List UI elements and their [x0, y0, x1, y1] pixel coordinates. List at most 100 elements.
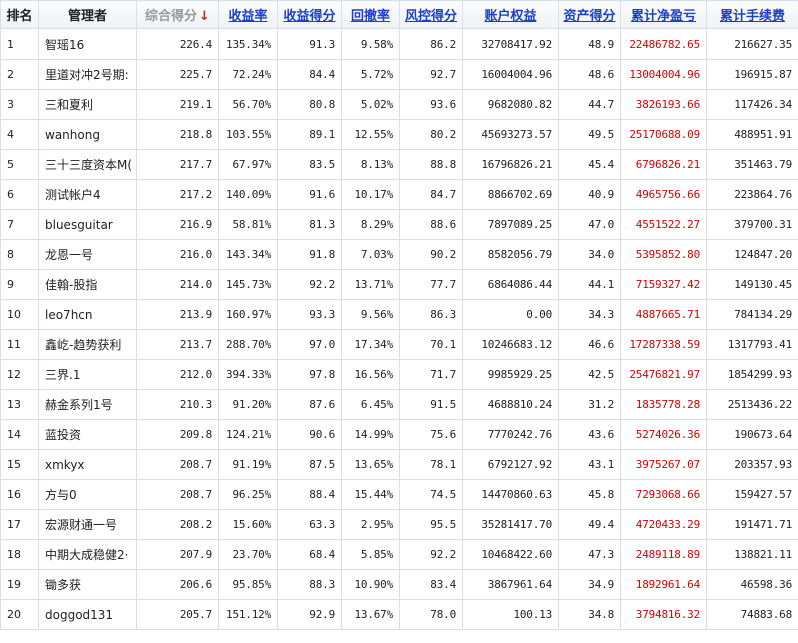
table-row: 2 里道对冲2号期: 225.7 72.24% 84.4 5.72% 92.7 1600400…: [0, 59, 798, 90]
cell-equity: 7897089.25: [462, 209, 559, 240]
cell-equity: 6792127.92: [462, 449, 559, 480]
col-header-cum-fee[interactable]: 累计手续费: [706, 0, 798, 29]
cell-cum-pnl: 4720433.29: [620, 509, 707, 540]
cell-score: 226.4: [136, 28, 219, 60]
cell-rank: 17: [0, 509, 39, 540]
cell-return-score: 80.8: [277, 89, 342, 120]
col-header-return-rate[interactable]: 收益率: [218, 0, 278, 29]
cell-return-rate: 288.70%: [218, 329, 278, 360]
cell-score: 216.9: [136, 209, 219, 240]
cell-risk-score: 86.2: [399, 28, 463, 60]
cell-score: 214.0: [136, 269, 219, 300]
cell-score: 205.7: [136, 599, 219, 630]
col-header-rank: 排名: [0, 0, 39, 29]
cell-rank: 19: [0, 569, 39, 600]
cell-equity: 35281417.70: [462, 509, 559, 540]
cell-risk-score: 74.5: [399, 479, 463, 510]
cell-risk-score: 88.8: [399, 149, 463, 180]
col-header-equity[interactable]: 账户权益: [462, 0, 559, 29]
cell-equity: 4688810.24: [462, 389, 559, 420]
cell-cum-fee: 159427.57: [706, 479, 798, 510]
cell-equity: 6864086.44: [462, 269, 559, 300]
col-header-risk-score[interactable]: 风控得分: [399, 0, 463, 29]
cell-return-rate: 145.73%: [218, 269, 278, 300]
cell-score: 208.2: [136, 509, 219, 540]
cell-rank: 2: [0, 59, 39, 90]
cell-asset-score: 40.9: [558, 179, 621, 210]
cell-drawdown: 8.29%: [341, 209, 400, 240]
cell-risk-score: 80.2: [399, 119, 463, 150]
cell-score: 217.2: [136, 179, 219, 210]
cell-manager: doggod131: [38, 599, 137, 630]
cell-manager: 三和夏利: [38, 89, 137, 120]
col-header-asset-score[interactable]: 资产得分: [558, 0, 621, 29]
cell-manager: 里道对冲2号期:: [38, 59, 137, 90]
cell-asset-score: 42.5: [558, 359, 621, 390]
cell-return-score: 97.0: [277, 329, 342, 360]
col-header-score[interactable]: 综合得分 ↓: [136, 0, 219, 29]
cell-rank: 15: [0, 449, 39, 480]
table-row: 4 wanhong 218.8 103.55% 89.1 12.55% 80.2 456932…: [0, 119, 798, 150]
cell-cum-fee: 74883.68: [706, 599, 798, 630]
cell-rank: 18: [0, 539, 39, 570]
cell-return-rate: 103.55%: [218, 119, 278, 150]
cell-manager: xmkyx: [38, 449, 137, 480]
cell-cum-fee: 1854299.93: [706, 359, 798, 390]
cell-score: 219.1: [136, 89, 219, 120]
cell-rank: 16: [0, 479, 39, 510]
cell-manager: 龙恩一号: [38, 239, 137, 270]
cell-risk-score: 90.2: [399, 239, 463, 270]
col-header-return-score[interactable]: 收益得分: [277, 0, 342, 29]
cell-risk-score: 83.4: [399, 569, 463, 600]
cell-asset-score: 45.4: [558, 149, 621, 180]
cell-cum-fee: 784134.29: [706, 299, 798, 330]
cell-return-score: 93.3: [277, 299, 342, 330]
cell-equity: 100.13: [462, 599, 559, 630]
cell-return-score: 83.5: [277, 149, 342, 180]
cell-score: 216.0: [136, 239, 219, 270]
table-row: 3 三和夏利 219.1 56.70% 80.8 5.02% 93.6 9682080.82 4…: [0, 89, 798, 120]
cell-score: 209.8: [136, 419, 219, 450]
cell-return-rate: 394.33%: [218, 359, 278, 390]
cell-cum-fee: 196915.87: [706, 59, 798, 90]
cell-risk-score: 75.6: [399, 419, 463, 450]
cell-score: 213.9: [136, 299, 219, 330]
cell-score: 210.3: [136, 389, 219, 420]
cell-risk-score: 78.0: [399, 599, 463, 630]
cell-cum-pnl: 17287338.59: [620, 329, 707, 360]
cell-rank: 14: [0, 419, 39, 450]
cell-return-rate: 95.85%: [218, 569, 278, 600]
cell-drawdown: 13.65%: [341, 449, 400, 480]
cell-equity: 9985929.25: [462, 359, 559, 390]
cell-cum-fee: 1317793.41: [706, 329, 798, 360]
cell-drawdown: 5.85%: [341, 539, 400, 570]
cell-cum-fee: 190673.64: [706, 419, 798, 450]
cell-manager: 蓝投资: [38, 419, 137, 450]
cell-score: 218.8: [136, 119, 219, 150]
cell-return-rate: 72.24%: [218, 59, 278, 90]
cell-drawdown: 9.56%: [341, 299, 400, 330]
cell-asset-score: 31.2: [558, 389, 621, 420]
cell-cum-fee: 2513436.22: [706, 389, 798, 420]
cell-risk-score: 70.1: [399, 329, 463, 360]
col-header-cum-pnl[interactable]: 累计净盈亏: [620, 0, 707, 29]
cell-drawdown: 17.34%: [341, 329, 400, 360]
cell-manager: bluesguitar: [38, 209, 137, 240]
cell-rank: 10: [0, 299, 39, 330]
cell-drawdown: 5.72%: [341, 59, 400, 90]
cell-return-rate: 135.34%: [218, 28, 278, 60]
cell-cum-pnl: 4887665.71: [620, 299, 707, 330]
cell-cum-pnl: 5274026.36: [620, 419, 707, 450]
cell-cum-pnl: 6796826.21: [620, 149, 707, 180]
cell-manager: 宏源财通一号: [38, 509, 137, 540]
cell-cum-pnl: 5395852.80: [620, 239, 707, 270]
cell-drawdown: 6.45%: [341, 389, 400, 420]
cell-cum-pnl: 1835778.28: [620, 389, 707, 420]
cell-return-rate: 151.12%: [218, 599, 278, 630]
cell-drawdown: 13.71%: [341, 269, 400, 300]
cell-rank: 11: [0, 329, 39, 360]
cell-equity: 0.00: [462, 299, 559, 330]
table-body: 1 智瑶16 226.4 135.34% 91.3 9.58% 86.2 32708417.9…: [0, 28, 798, 630]
cell-asset-score: 48.6: [558, 59, 621, 90]
col-header-drawdown[interactable]: 回撤率: [341, 0, 400, 29]
